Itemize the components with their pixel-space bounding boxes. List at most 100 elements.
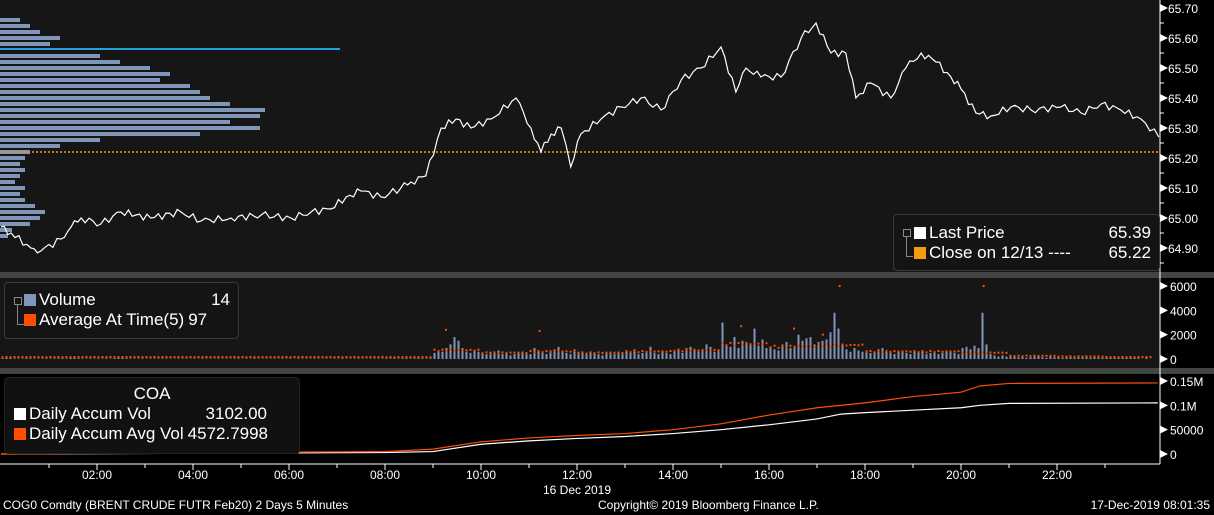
average-dot [985,352,988,355]
average-dot [445,349,448,352]
average-dot [581,351,584,354]
average-dot [633,349,636,352]
volume-bar [581,352,584,359]
volume-profile-bar [0,84,190,88]
volume-bar [557,346,560,359]
volume-bar [89,358,92,359]
tick-arrow-icon [1160,282,1168,290]
average-dot [317,356,320,359]
average-dot [1133,356,1136,359]
volume-bar [569,354,572,359]
average-dot [1033,354,1036,357]
average-dot [433,348,436,351]
average-dot [617,351,620,354]
average-dot [277,356,280,359]
average-dot [45,356,48,359]
average-dot [113,356,116,359]
volume-bar [657,354,660,359]
volume-profile-bar [0,102,230,106]
average-dot [757,342,760,345]
average-dot [849,343,852,346]
volume-bar [125,358,128,359]
volume-bar [545,354,548,359]
panel-divider [0,272,1214,278]
volume-bar [841,344,844,359]
time-tick-label: 06:00 [274,468,304,482]
volume-tick-label: 0 [1170,353,1177,367]
volume-bar [777,350,780,359]
average-dot [713,348,716,351]
average-dot [737,342,740,345]
volume-bar [673,351,676,359]
time-tick-label: 08:00 [370,468,400,482]
average-dot [257,356,260,359]
average-dot [1,356,4,359]
average-dot [333,356,336,359]
average-dot [453,349,456,352]
average-dot [613,351,616,354]
average-dot [229,356,232,359]
average-dot [929,349,932,352]
price-tick-label: 65.00 [1168,212,1198,226]
volume-bar [853,348,856,359]
volume-bar [597,354,600,359]
volume-bar [773,349,776,359]
legend-label: Daily Accum Vol [29,404,151,423]
volume-bar [869,352,872,359]
volume-profile-bar [0,72,170,76]
volume-bar [601,355,604,359]
volume-profile-bar [0,120,230,124]
volume-profile-bar [0,54,100,58]
average-dot [809,345,812,348]
average-dot [845,344,848,347]
average-dot [838,285,841,287]
volume-bar [785,341,788,359]
price-tick-label: 65.60 [1168,32,1198,46]
average-dot [405,356,408,359]
volume-profile-bar [0,216,40,220]
average-dot [801,345,804,348]
average-dot [553,350,556,353]
legend-value: 97 [188,310,208,329]
tick-arrow-icon [1160,355,1168,363]
orange-swatch-icon [914,247,926,259]
average-dot [241,355,244,358]
average-dot [997,351,1000,354]
average-dot [129,356,132,359]
average-dot [1057,355,1060,358]
volume-bar [445,348,448,359]
tick-arrow-icon [1160,214,1168,222]
volume-legend[interactable]: Volume 14 Average At Time(5) 97 [4,282,239,339]
accum-tick-label: 0 [1170,448,1177,462]
tick-arrow-icon [1160,34,1168,42]
average-dot [153,355,156,358]
volume-bar [617,352,620,359]
average-dot [341,356,344,359]
volume-bar [1085,357,1088,359]
white-swatch-icon [14,408,26,420]
average-dot [893,350,896,353]
average-dot [273,356,276,359]
average-dot [577,352,580,355]
average-dot [477,348,480,351]
average-dot [833,343,836,346]
volume-bar [985,344,988,359]
volume-bar [765,348,768,359]
average-dot [173,356,176,359]
accum-legend[interactable]: COA Daily Accum Vol 3102.00 Daily Accum A… [4,377,300,454]
volume-bar [1009,356,1012,359]
average-dot [417,356,420,359]
volume-bar [825,339,828,359]
volume-bar [1145,358,1148,359]
average-dot [69,356,72,359]
average-dot [749,343,752,346]
average-dot [181,356,184,359]
volume-profile-bar [0,66,150,70]
volume-bar [833,312,836,359]
volume-bar [665,352,668,359]
average-dot [905,350,908,353]
average-dot [449,348,452,351]
volume-bar [1097,357,1100,359]
price-legend[interactable]: Last Price 65.39 Close on 12/13 ---- 65.22 [893,214,1160,271]
volume-bar [105,358,108,359]
